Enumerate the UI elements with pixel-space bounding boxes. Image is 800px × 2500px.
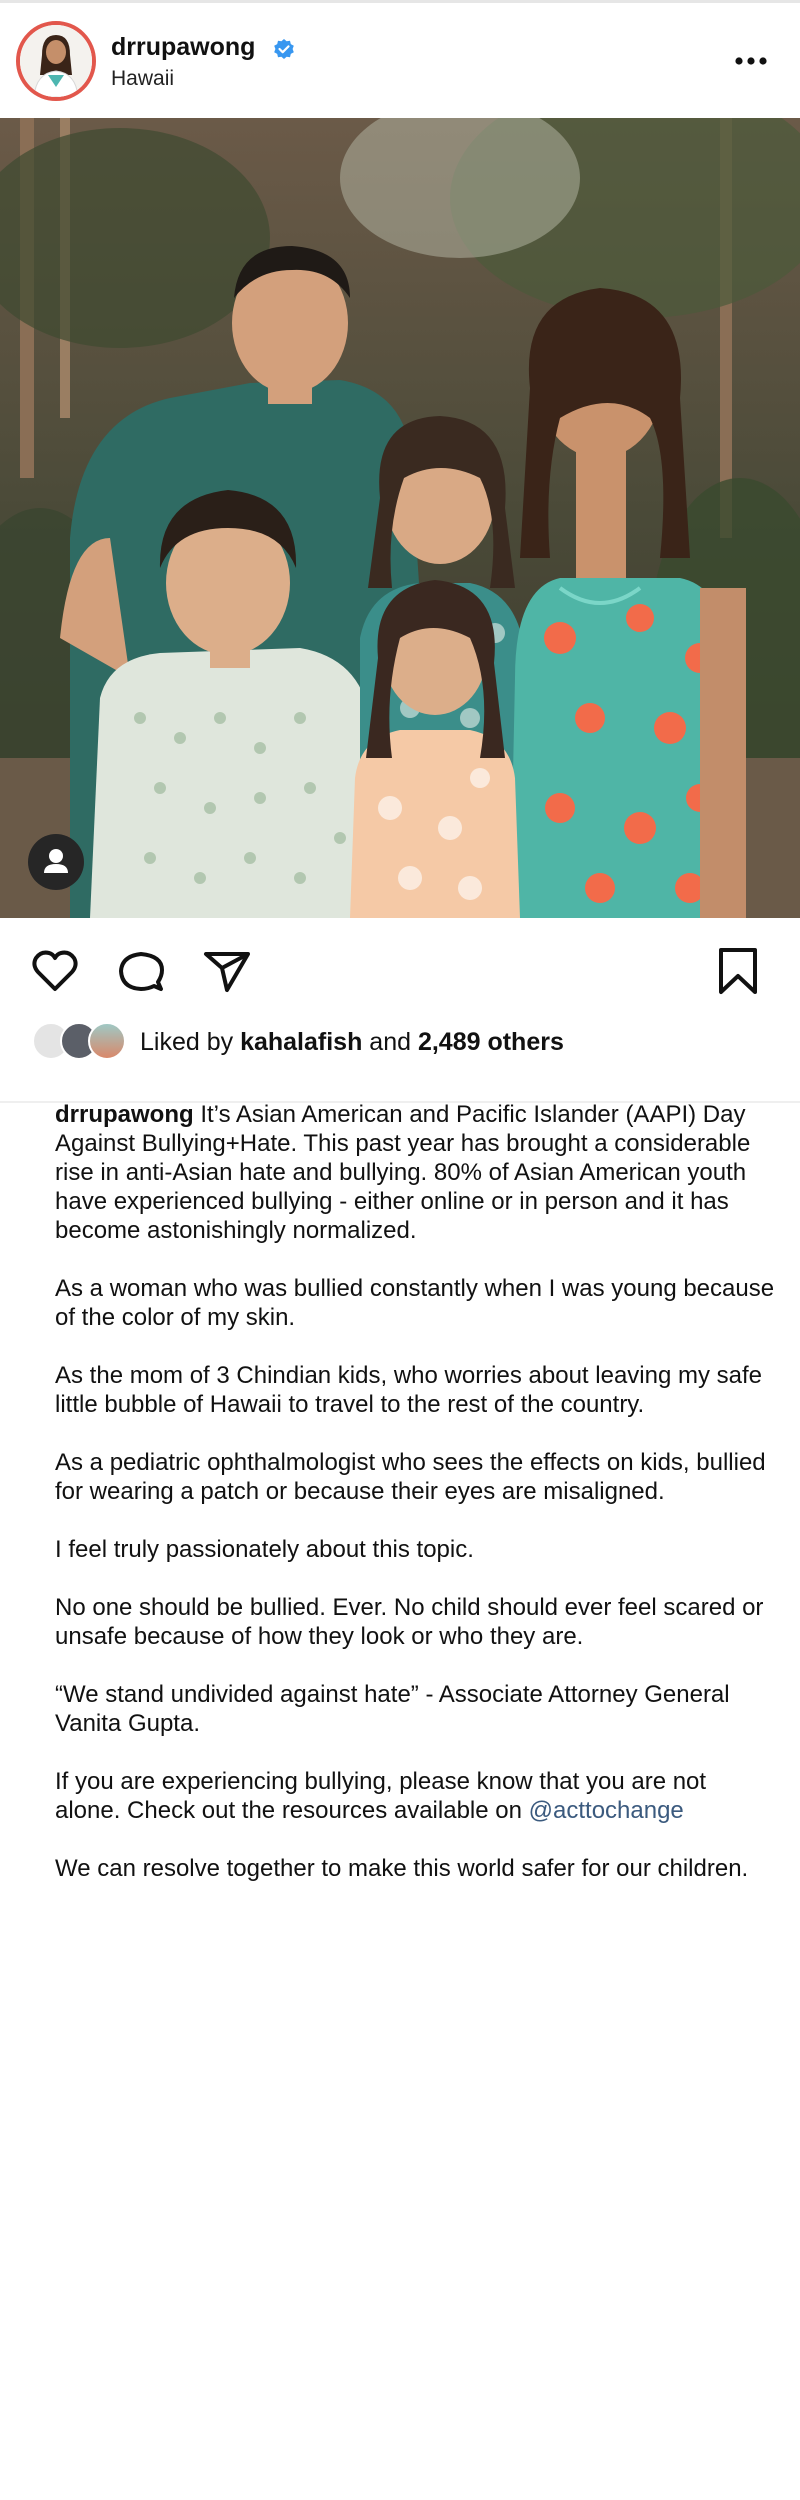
family-photo	[0, 118, 800, 918]
caption-paragraph: We can resolve together to make this wor…	[55, 1855, 749, 1882]
avatar-image	[20, 25, 92, 97]
caption-paragraph: As a pediatric ophthalmologist who sees …	[55, 1449, 766, 1505]
liker-username[interactable]: kahalafish	[240, 1028, 362, 1056]
avatar[interactable]	[16, 21, 96, 101]
likes-prefix: Liked by	[140, 1028, 241, 1056]
caption-paragraph: No one should be bullied. Ever. No child…	[55, 1594, 764, 1650]
post-header: drrupawong Hawaii	[0, 3, 800, 115]
post-location[interactable]: Hawaii	[111, 67, 174, 91]
caption-paragraph: “We stand undivided against hate” - Asso…	[55, 1681, 730, 1737]
caption-username[interactable]: drrupawong	[55, 1101, 194, 1128]
instagram-post-page: drrupawong Hawaii Liked by kahalafish an…	[0, 0, 800, 2500]
caption-paragraph: As the mom of 3 Chindian kids, who worri…	[55, 1362, 763, 1418]
bookmark-icon[interactable]	[711, 944, 765, 998]
caption-paragraph: I feel truly passionately about this top…	[55, 1536, 474, 1563]
caption-paragraph: If you are experiencing bullying, please…	[55, 1767, 775, 1825]
post-username[interactable]: drrupawong	[111, 33, 255, 62]
person-tag-icon	[44, 849, 68, 873]
post-photo[interactable]	[0, 118, 800, 918]
post-caption: drrupawong It’s Asian American and Pacif…	[55, 1100, 775, 1912]
comment-icon[interactable]	[114, 944, 168, 998]
post-actions-bar	[0, 918, 800, 1018]
tagged-people-button[interactable]	[28, 834, 84, 890]
liker-avatar	[88, 1022, 126, 1060]
mention-link[interactable]: @acttochange	[529, 1797, 684, 1824]
likes-middle: and	[362, 1028, 418, 1056]
send-icon[interactable]	[200, 944, 254, 998]
caption-paragraph: drrupawong It’s Asian American and Pacif…	[55, 1100, 775, 1245]
caption-paragraph: As a woman who was bullied constantly wh…	[55, 1275, 775, 1331]
verified-badge-icon	[274, 39, 294, 59]
likes-summary[interactable]: Liked by kahalafish and 2,489 others	[140, 1028, 564, 1057]
heart-icon[interactable]	[28, 944, 82, 998]
more-horizontal-icon[interactable]	[731, 49, 771, 73]
likes-count[interactable]: 2,489 others	[418, 1028, 564, 1056]
likes-row[interactable]: Liked by kahalafish and 2,489 others	[0, 1016, 800, 1066]
